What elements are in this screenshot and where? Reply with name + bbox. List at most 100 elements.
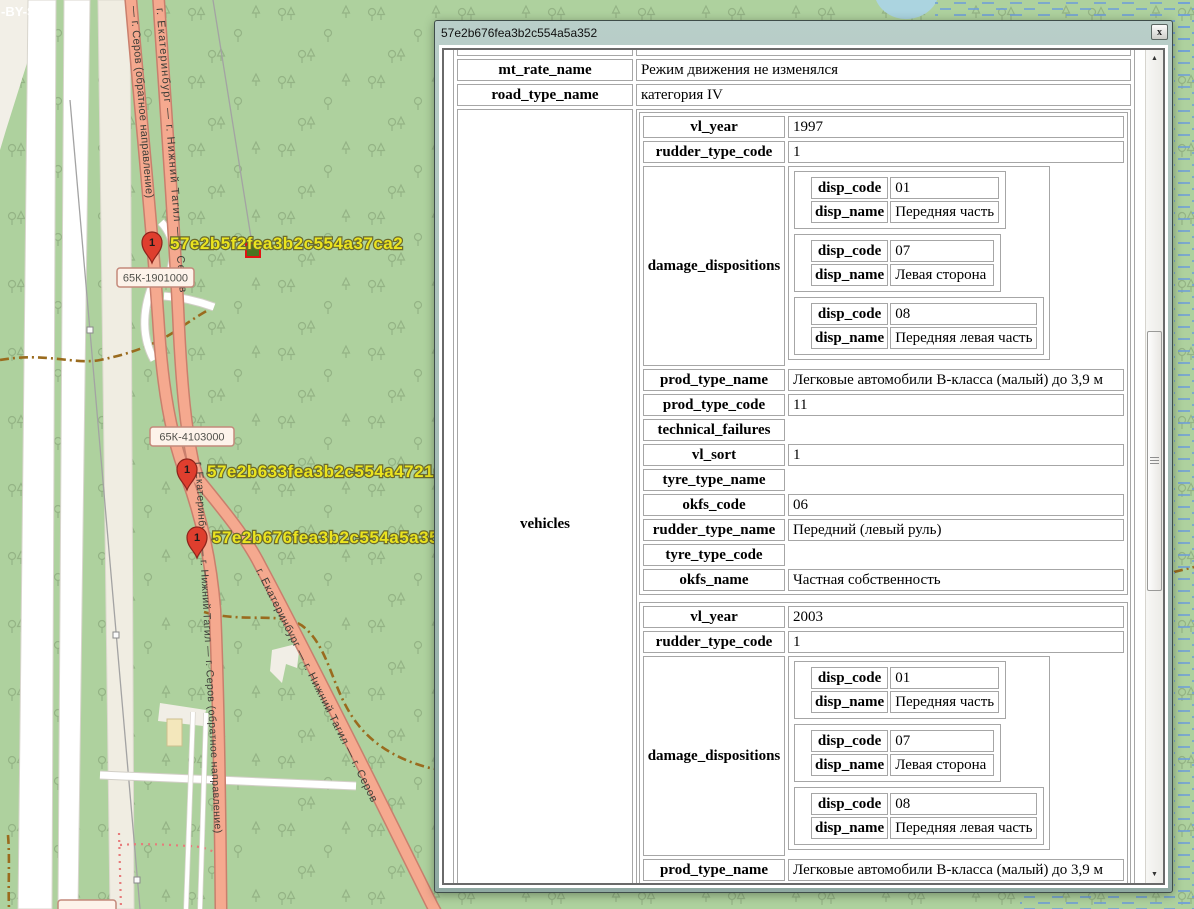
field-key: disp_code xyxy=(811,667,888,689)
table-row: disp_nameПередняя левая часть xyxy=(811,327,1037,349)
table-row: road_type_nameкатегория IV xyxy=(457,84,1131,106)
field-key: disp_name xyxy=(811,691,888,713)
table-row: okfs_code06 xyxy=(643,494,1124,516)
field-value: 06 xyxy=(788,494,1124,516)
field-value: 1 xyxy=(788,141,1124,163)
vehicles-group: vl_year1997 rudder_type_code1 damage_dispo… xyxy=(636,109,1131,883)
table-row: damage_dispositionsdisp_code01disp_nameП… xyxy=(643,656,1124,856)
field-value xyxy=(636,50,1131,56)
table-row: disp_code07 xyxy=(811,240,994,262)
field-key: disp_code xyxy=(811,303,888,325)
table-row: mt_rate_nameРежим движения не изменялся xyxy=(457,59,1131,81)
table-row: tyre_type_code xyxy=(643,544,1124,566)
svg-text:65К-4103000: 65К-4103000 xyxy=(159,432,224,444)
vehicle-table: vl_year2003rudder_type_code1damage_dispo… xyxy=(639,602,1128,883)
disposition-table: disp_code07disp_nameЛевая сторона xyxy=(794,724,1001,782)
field-key: mt_rate_name xyxy=(457,59,633,81)
window-title: 57e2b676fea3b2c554a5a352 xyxy=(441,26,597,40)
field-key: okfs_code xyxy=(643,494,785,516)
field-key: rudder_type_name xyxy=(643,519,785,541)
field-value: 08 xyxy=(890,303,1037,325)
field-value: Передний (левый руль) xyxy=(788,519,1124,541)
table-row: vehicles vl_year1997 rudder_type_code1dama… xyxy=(457,109,1131,883)
field-key: okfs_name xyxy=(643,569,785,591)
object-id-label[interactable]: 57e2b5f2fea3b2c554a37ca2 xyxy=(170,234,403,253)
field-value: 01 xyxy=(890,667,999,689)
thumb-grip-icon xyxy=(1150,457,1159,465)
field-value: 01 xyxy=(890,177,999,199)
scrollbar-track[interactable] xyxy=(1146,67,1163,866)
field-value: Легковые автомобили В-класса (малый) до … xyxy=(788,859,1124,881)
field-value: 2003 xyxy=(788,606,1124,628)
attribute-table-root: mt_rate_nameРежим движения не изменялсяr… xyxy=(453,50,1135,883)
field-key: vl_sort xyxy=(643,444,785,466)
field-key: damage_dispositions xyxy=(643,656,785,856)
table-row: vl_year2003 xyxy=(643,606,1124,628)
field-value: Левая сторона xyxy=(890,264,994,286)
scrollbar-thumb[interactable] xyxy=(1147,331,1162,591)
damage-dispositions-group: disp_code01disp_nameПередняя частьdisp_c… xyxy=(788,656,1050,850)
field-key: disp_name xyxy=(811,817,888,839)
attributes-window: 57e2b676fea3b2c554a5a352 x mt_rate_nameР… xyxy=(434,20,1173,893)
window-titlebar[interactable]: 57e2b676fea3b2c554a5a352 x xyxy=(435,21,1172,44)
table-row: rudder_type_code1 xyxy=(643,141,1124,163)
field-key: disp_code xyxy=(811,730,888,752)
road-shield-partial xyxy=(58,900,116,909)
scroll-down-button[interactable]: ▼ xyxy=(1146,866,1163,883)
vertical-scrollbar[interactable]: ▲ ▼ xyxy=(1145,50,1163,883)
map-attribution: -BY-SA xyxy=(1,4,46,19)
table-row: tyre_type_name xyxy=(643,469,1124,491)
table-row: disp_nameПередняя левая часть xyxy=(811,817,1037,839)
table-row: prod_type_code11 xyxy=(643,394,1124,416)
field-key: prod_type_name xyxy=(643,859,785,881)
field-key: road_type_name xyxy=(457,84,633,106)
table-row: disp_code08 xyxy=(811,303,1037,325)
svg-text:65К-1901000: 65К-1901000 xyxy=(123,273,188,285)
disposition-table: disp_code07disp_nameЛевая сторона xyxy=(794,234,1001,292)
field-key: technical_failures xyxy=(643,419,785,441)
field-key: disp_name xyxy=(811,201,888,223)
scroll-up-button[interactable]: ▲ xyxy=(1146,50,1163,67)
object-id-label[interactable]: 57e2b676fea3b2c554a5a352 xyxy=(212,528,449,547)
disposition-table: disp_code01disp_nameПередняя часть xyxy=(794,661,1006,719)
road-shield: 65К-1901000 xyxy=(117,268,194,287)
screen: — г. Серов (обратное направление) г. Ека… xyxy=(0,0,1194,909)
table-row: rudder_type_nameПередний (левый руль) xyxy=(643,519,1124,541)
field-value: 1 xyxy=(788,444,1124,466)
field-key: disp_name xyxy=(811,754,888,776)
table-row: disp_code07 xyxy=(811,730,994,752)
table-row: damage_dispositionsdisp_code01disp_nameП… xyxy=(643,166,1124,366)
table-row: technical_failures xyxy=(643,419,1124,441)
field-value: 08 xyxy=(890,793,1037,815)
field-key: disp_code xyxy=(811,793,888,815)
field-value: Передняя часть xyxy=(890,201,999,223)
table-row xyxy=(457,50,1131,56)
field-key: prod_type_code xyxy=(643,394,785,416)
table-row: prod_type_nameЛегковые автомобили В-клас… xyxy=(643,369,1124,391)
road-shield: 65К-4103000 xyxy=(150,427,234,446)
disposition-table: disp_code08disp_nameПередняя левая часть xyxy=(794,787,1044,845)
field-key: vl_year xyxy=(643,116,785,138)
field-key: disp_name xyxy=(811,327,888,349)
field-key: vehicles xyxy=(457,109,633,883)
field-key xyxy=(457,50,633,56)
table-row: disp_code08 xyxy=(811,793,1037,815)
disposition-table: disp_code08disp_nameПередняя левая часть xyxy=(794,297,1044,355)
close-icon: x xyxy=(1157,27,1162,38)
table-viewport: mt_rate_nameРежим движения не изменялсяr… xyxy=(444,50,1146,883)
field-value: категория IV xyxy=(636,84,1131,106)
table-row: vl_year1997 xyxy=(643,116,1124,138)
field-value: Режим движения не изменялся xyxy=(636,59,1131,81)
field-value: 1 xyxy=(788,631,1124,653)
field-value: 07 xyxy=(890,730,994,752)
table-row: disp_nameПередняя часть xyxy=(811,691,999,713)
object-id-label[interactable]: 57e2b633fea3b2c554a47210 xyxy=(207,462,444,481)
field-key: tyre_type_code xyxy=(643,544,785,566)
close-button[interactable]: x xyxy=(1151,24,1168,40)
building-footprint xyxy=(167,719,182,746)
table-row: disp_code01 xyxy=(811,667,999,689)
marker-number: 1 xyxy=(184,464,190,476)
table-row: disp_nameПередняя часть xyxy=(811,201,999,223)
field-value: Частная собственность xyxy=(788,569,1124,591)
table-row: prod_type_nameЛегковые автомобили В-клас… xyxy=(643,859,1124,881)
